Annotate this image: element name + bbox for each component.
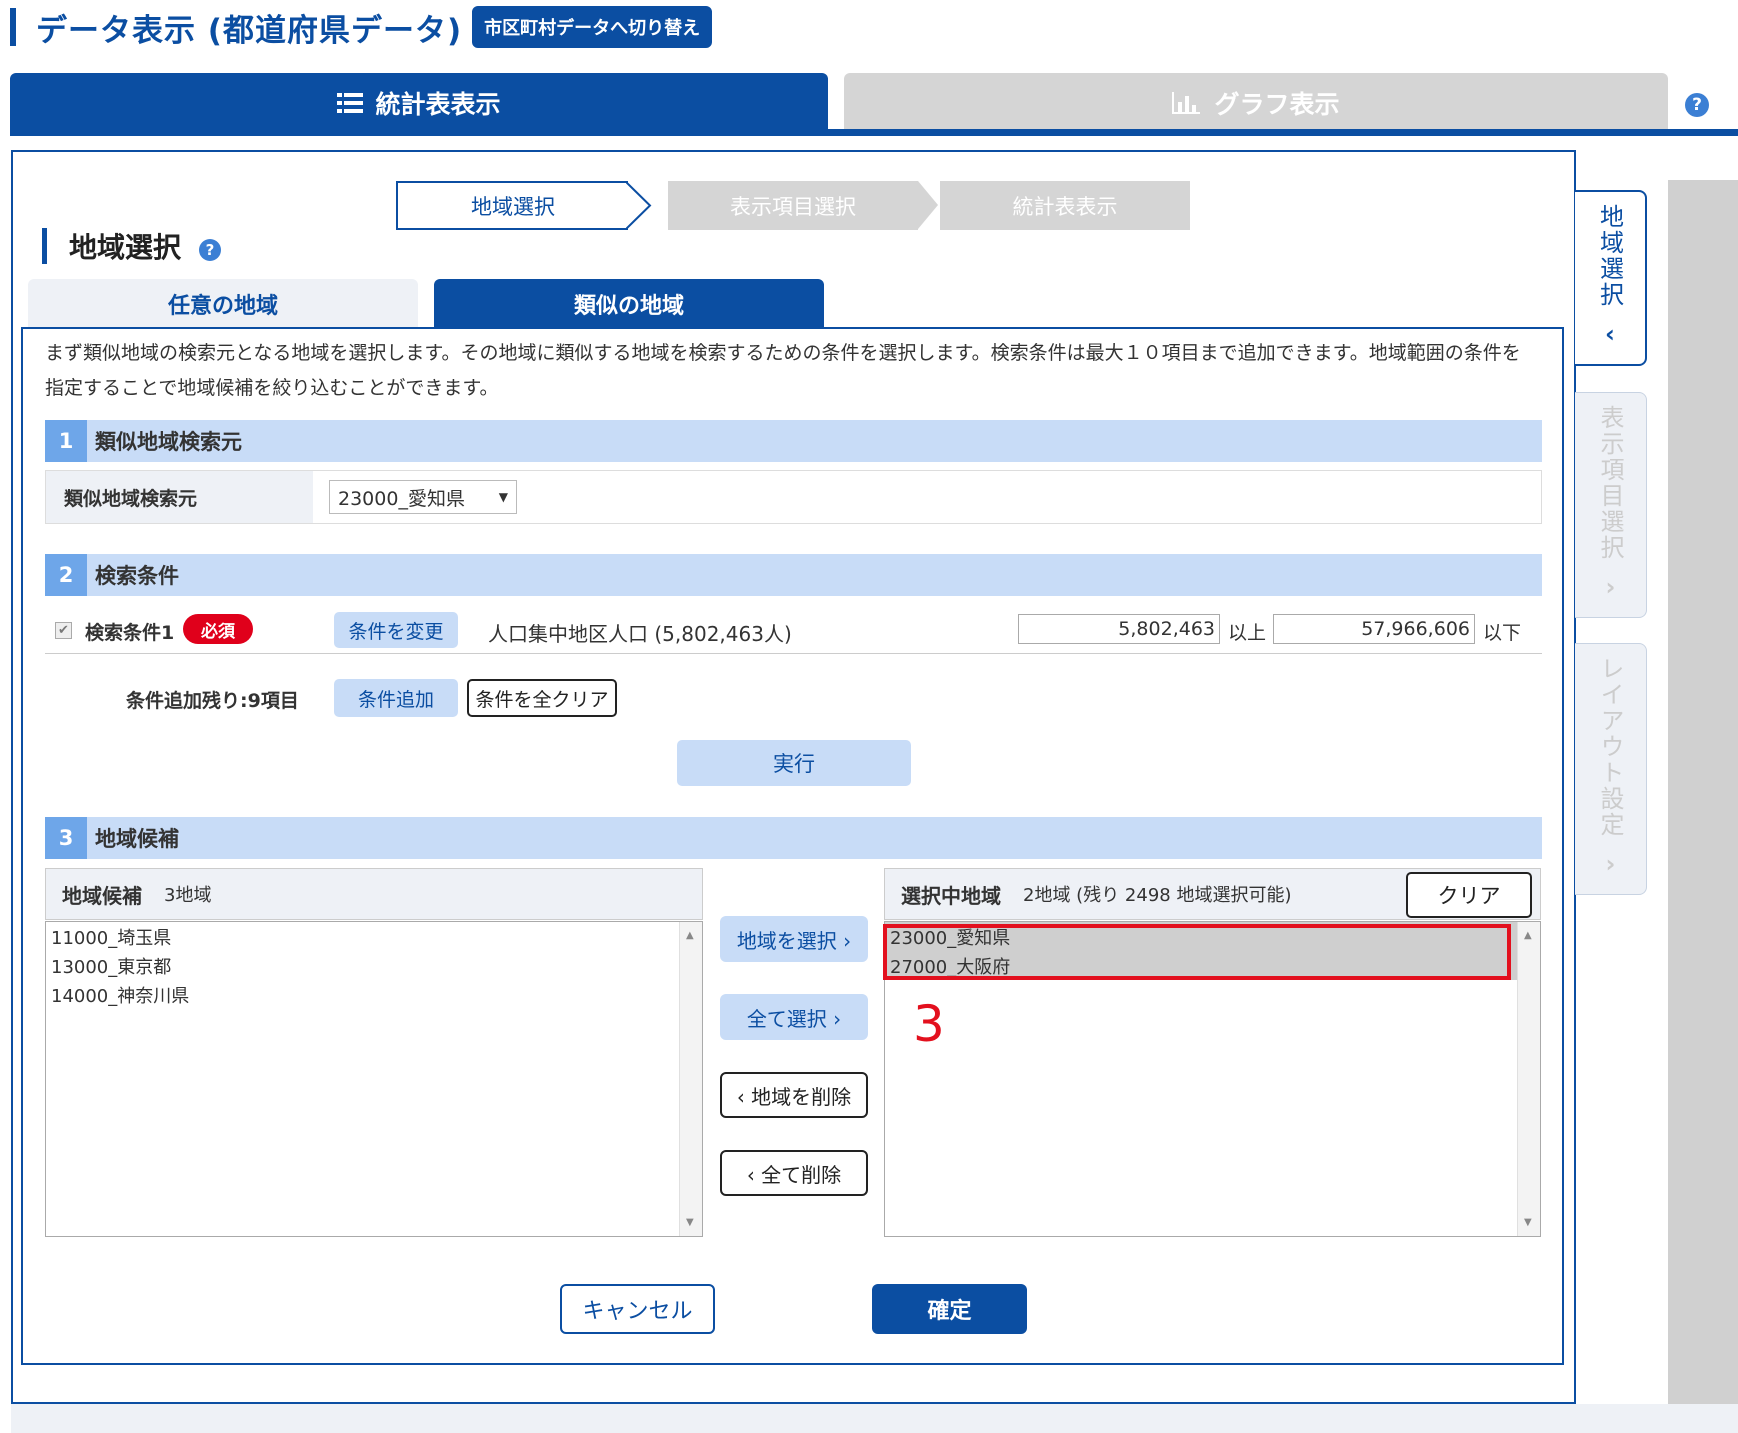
select-area-button[interactable]: 地域を選択 › [720,916,868,962]
list-item[interactable]: 11000_埼玉県 [46,922,702,951]
side-tab-label: 表示項目選択 [1596,405,1624,561]
scroll-down-icon[interactable]: ▼ [1524,1217,1532,1228]
list-icon [337,93,364,113]
tab-graph-label: グラフ表示 [1214,90,1340,119]
candidates-header: 地域候補 3地域 [45,868,703,920]
section-2-title: 検索条件 [95,564,179,588]
scrollbar[interactable]: ▲ ▼ [679,922,702,1236]
help-icon[interactable]: ? [1685,93,1709,117]
scroll-down-icon[interactable]: ▼ [686,1217,694,1228]
condition-description: 人口集中地区人口 (5,802,463人) [488,622,792,646]
section-2-header: 2 検索条件 [45,554,1542,596]
search-origin-row: 類似地域検索元 23000_愛知県 ▼ [45,470,1542,524]
change-condition-button[interactable]: 条件を変更 [334,612,458,648]
list-item[interactable]: 14000_神奈川県 [46,980,702,1009]
side-tab-label: レイアウト設定 [1596,656,1624,838]
section-3-header: 3 地域候補 [45,817,1542,859]
tab-statistics-table[interactable]: 統計表表示 [10,73,828,133]
remaining-conditions-label: 条件追加残り:9項目 [126,690,299,712]
chevron-right-icon: › [1605,573,1616,601]
cancel-button[interactable]: キャンセル [560,1284,715,1334]
search-origin-select[interactable]: 23000_愛知県 ▼ [329,480,517,514]
side-tab-label: 地域選択 [1595,204,1624,308]
side-tab-item-selection[interactable]: 表示項目選択 › [1575,392,1647,618]
candidates-header-title: 地域候補 [62,883,142,908]
main-tab-bar: 統計表表示 グラフ表示 [10,73,1738,136]
execute-button[interactable]: 実行 [677,740,911,786]
section-1-header: 1 類似地域検索元 [45,420,1542,462]
page-title: データ表示 (都道府県データ) [36,12,463,49]
condition-label: 検索条件1 [85,622,175,644]
tab-statistics-table-label: 統計表表示 [375,90,501,119]
selected-header-title: 選択中地域 [901,883,1001,908]
search-origin-label: 類似地域検索元 [46,471,313,523]
side-panel [1668,180,1738,1404]
bar-chart-icon [1172,92,1201,114]
min-value-input[interactable]: 5,802,463 [1018,614,1220,644]
step-arrow-icon [918,181,938,229]
selected-count: 2地域 (残り 2498 地域選択可能) [1023,885,1292,906]
required-badge: 必須 [183,614,253,644]
condition-checkbox[interactable]: ✔ [55,622,72,639]
section-1-title: 類似地域検索元 [95,430,242,454]
tab-graph[interactable]: グラフ表示 [844,73,1668,133]
step-area-selection: 地域選択 [396,181,652,230]
clear-all-conditions-button[interactable]: 条件を全クリア [467,679,617,717]
tab-underline [10,129,1738,136]
section-heading-text: 地域選択 [69,231,182,264]
chevron-left-icon: ‹ [1605,320,1615,348]
tab-similar-area[interactable]: 類似の地域 [434,279,824,329]
step-item-selection: 表示項目選択 [668,181,918,230]
scroll-up-icon[interactable]: ▲ [686,930,694,941]
search-origin-value: 23000_愛知県 [338,487,465,510]
step-item-selection-label: 表示項目選択 [730,194,856,219]
min-unit: 以上 [1228,622,1267,644]
max-unit: 以下 [1483,622,1522,644]
max-value-input[interactable]: 57,966,606 [1273,614,1475,644]
chevron-right-icon: › [1605,850,1616,878]
candidates-list[interactable]: 11000_埼玉県 13000_東京都 14000_神奈川県 ▲ ▼ [45,921,703,1237]
step-arrow-icon [626,181,652,230]
candidates-count: 3地域 [164,885,212,906]
annotation-number: 3 [913,995,945,1053]
step-table-display: 統計表表示 [940,181,1190,230]
section-1-number: 1 [45,420,87,462]
clear-selected-button[interactable]: クリア [1406,872,1532,918]
add-condition-button[interactable]: 条件追加 [334,679,458,717]
section-2-number: 2 [45,554,87,596]
confirm-button[interactable]: 確定 [872,1284,1027,1334]
bottom-strip [11,1404,1738,1433]
step-area-selection-label: 地域選択 [471,194,555,219]
dropdown-arrow-icon: ▼ [498,490,508,504]
delete-all-button[interactable]: ‹ 全て削除 [720,1150,868,1196]
select-all-button[interactable]: 全て選択 › [720,994,868,1040]
help-icon[interactable]: ? [199,239,222,261]
annotation-highlight [883,924,1511,980]
scrollbar[interactable]: ▲ ▼ [1517,922,1540,1236]
side-tab-layout-settings[interactable]: レイアウト設定 › [1575,643,1647,895]
page-header: データ表示 (都道府県データ) 市区町村データへ切り替え [10,6,713,49]
switch-municipal-button[interactable]: 市区町村データへ切り替え [472,6,713,48]
delete-area-button[interactable]: ‹ 地域を削除 [720,1072,868,1118]
tab-arbitrary-area[interactable]: 任意の地域 [28,279,418,329]
section-3-title: 地域候補 [95,827,179,851]
description-text: まず類似地域の検索元となる地域を選択します。その地域に類似する地域を検索するため… [45,342,1521,399]
step-table-display-label: 統計表表示 [1012,194,1118,219]
condition-row: ✔ 検索条件1 必須 条件を変更 人口集中地区人口 (5,802,463人) 5… [45,604,1542,654]
scroll-up-icon[interactable]: ▲ [1524,930,1532,941]
section-3-number: 3 [45,817,87,859]
side-tab-area-selection[interactable]: 地域選択 ‹ [1575,190,1647,366]
section-heading: 地域選択 ? [42,228,222,264]
list-item[interactable]: 13000_東京都 [46,951,702,980]
